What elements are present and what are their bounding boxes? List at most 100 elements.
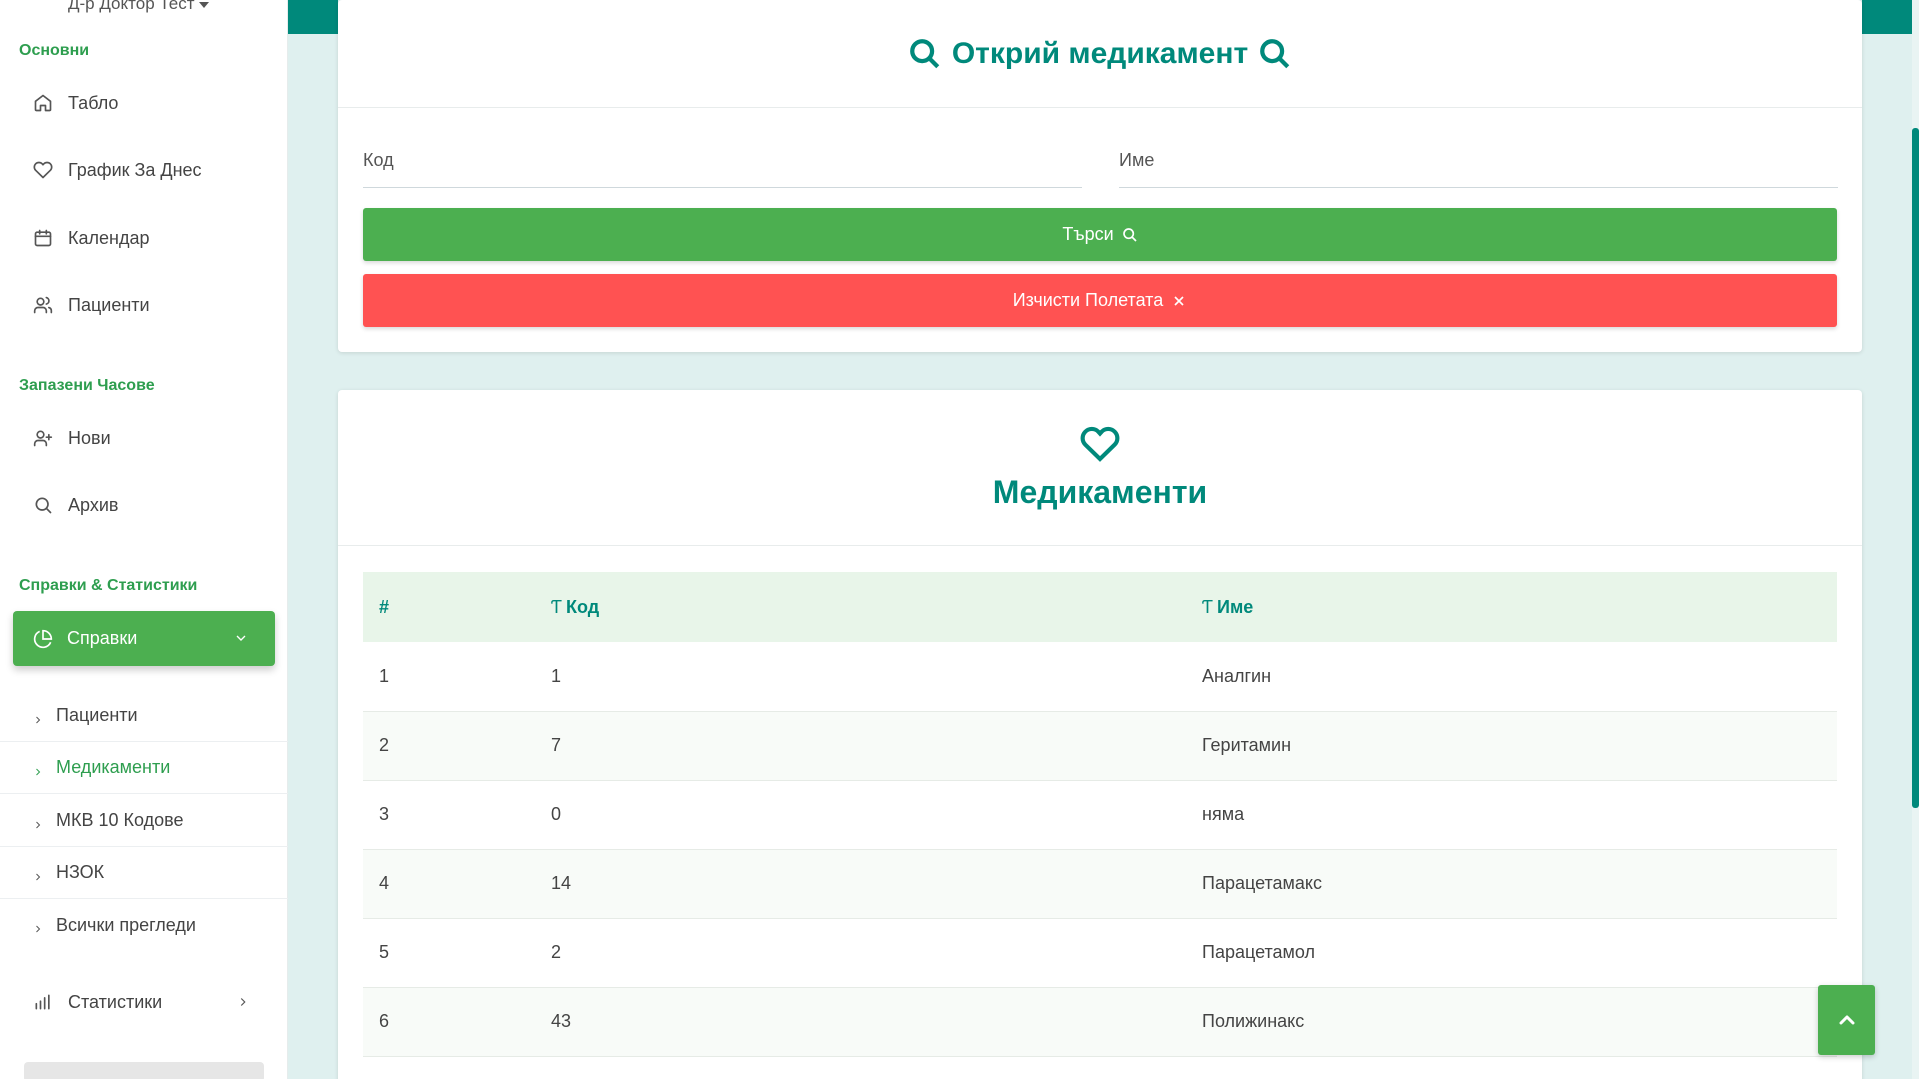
medications-table: # Ƭ Код Ƭ Име 1 1 Аналгин 2 7 Геритамин 3 … bbox=[363, 572, 1837, 1057]
column-header-num[interactable]: # bbox=[363, 572, 535, 642]
header-strip-left bbox=[288, 0, 338, 34]
scroll-to-top-button[interactable] bbox=[1818, 985, 1875, 1055]
text-type-icon: Ƭ bbox=[551, 596, 562, 617]
user-menu[interactable]: Д-р Доктор Тест bbox=[68, 0, 209, 14]
name-input[interactable] bbox=[1119, 134, 1838, 187]
sidebar-subitem-label: Всички прегледи bbox=[56, 914, 196, 935]
clear-fields-button[interactable]: Изчисти Полетата bbox=[363, 274, 1837, 327]
medications-title: Медикаменти bbox=[992, 474, 1208, 510]
cell-code: 2 bbox=[551, 942, 562, 962]
search-icon bbox=[898, 37, 952, 71]
sidebar-subitem-nzok[interactable]: НЗОК bbox=[0, 847, 288, 899]
sidebar-item-archive[interactable]: Архив bbox=[32, 494, 118, 516]
search-card: Открий медикамент Код Име Търси Изчисти … bbox=[338, 0, 1862, 352]
cell-code: 7 bbox=[551, 735, 562, 755]
table-row[interactable]: 4 14 Парацетамакс bbox=[363, 849, 1837, 918]
sidebar-item-label: Архив bbox=[68, 494, 119, 515]
sidebar-item-label: Табло bbox=[68, 92, 119, 113]
medications-card-header: Медикаменти bbox=[338, 390, 1862, 546]
user-plus-icon bbox=[32, 427, 54, 449]
scrollbar-thumb[interactable] bbox=[1912, 128, 1919, 808]
sidebar-subitem-label: Пациенти bbox=[56, 705, 138, 725]
sidebar: Д-р Доктор Тест Основни Табло График За … bbox=[0, 0, 288, 1079]
sidebar-item-label: Справки bbox=[67, 628, 138, 648]
sidebar-item-label: График За Днес bbox=[68, 159, 202, 180]
section-title-appointments: Запазени Часове bbox=[19, 377, 155, 394]
name-field[interactable]: Име bbox=[1119, 134, 1838, 188]
chevron-down-icon bbox=[233, 630, 249, 651]
chevron-right-icon bbox=[32, 867, 44, 880]
calendar-icon bbox=[32, 227, 54, 249]
sidebar-item-label: Статистики bbox=[68, 991, 163, 1012]
caret-down-icon bbox=[198, 1, 209, 8]
cell-name: Геритамин bbox=[1202, 735, 1292, 755]
table-header-row: # Ƭ Код Ƭ Име bbox=[363, 572, 1837, 642]
sidebar-item-dashboard[interactable]: Табло bbox=[32, 92, 118, 114]
sidebar-subitem-medications[interactable]: Медикаменти bbox=[0, 742, 288, 794]
chevron-right-icon bbox=[236, 995, 250, 1014]
heart-icon bbox=[1080, 424, 1120, 464]
cell-name: Аналгин bbox=[1202, 665, 1272, 686]
table-row[interactable]: 1 1 Аналгин bbox=[363, 642, 1837, 711]
search-icon bbox=[1114, 227, 1138, 243]
cell-num: 2 bbox=[379, 735, 390, 755]
sidebar-item-schedule[interactable]: График За Днес bbox=[32, 159, 202, 181]
sidebar-item-patients[interactable]: Пациенти bbox=[32, 294, 150, 316]
search-icon bbox=[1248, 37, 1302, 71]
search-card-header: Открий медикамент bbox=[338, 0, 1862, 108]
heart-icon bbox=[32, 159, 54, 181]
sidebar-item-label: Нови bbox=[68, 427, 111, 448]
cell-num: 3 bbox=[379, 804, 390, 824]
sidebar-item-label: Пациенти bbox=[68, 294, 150, 315]
search-button-label: Търси bbox=[1062, 224, 1114, 244]
table-row[interactable]: 6 43 Полижинакс bbox=[363, 987, 1837, 1056]
table-row[interactable]: 3 0 няма bbox=[363, 780, 1837, 849]
sidebar-item-reports[interactable]: Справки bbox=[13, 611, 275, 666]
column-header-name[interactable]: Ƭ Име bbox=[1186, 572, 1837, 642]
clear-button-label: Изчисти Полетата bbox=[1012, 290, 1164, 310]
sidebar-subitem-icd10[interactable]: МКВ 10 Кодове bbox=[0, 795, 288, 847]
cell-num: 4 bbox=[379, 873, 390, 893]
sidebar-subitem-label: Медикаменти bbox=[56, 757, 171, 777]
cell-code: 14 bbox=[551, 873, 572, 893]
sidebar-item-calendar[interactable]: Календар bbox=[32, 227, 149, 249]
cell-num: 1 bbox=[379, 665, 390, 686]
chevron-right-icon bbox=[32, 762, 44, 775]
chevron-right-icon bbox=[32, 710, 44, 723]
home-icon bbox=[32, 92, 54, 114]
header-strip-right bbox=[1862, 0, 1912, 34]
sidebar-subitem-label: НЗОК bbox=[56, 862, 105, 882]
close-icon bbox=[1163, 293, 1187, 309]
user-name: Д-р Доктор Тест bbox=[68, 0, 195, 13]
cell-name: Парацетамол bbox=[1202, 942, 1316, 962]
cell-num: 5 bbox=[379, 942, 390, 962]
sidebar-item-new[interactable]: Нови bbox=[32, 427, 111, 449]
pie-chart-icon bbox=[33, 629, 67, 649]
section-title-main: Основни bbox=[19, 42, 90, 59]
cell-code: 0 bbox=[551, 804, 562, 824]
medications-card: Медикаменти # Ƭ Код Ƭ Име 1 1 Аналгин 2 7 … bbox=[338, 390, 1862, 1079]
code-input[interactable] bbox=[363, 134, 1082, 187]
table-row[interactable]: 2 7 Геритамин bbox=[363, 711, 1837, 780]
cell-name: Полижинакс bbox=[1202, 1011, 1305, 1031]
chevron-up-icon bbox=[1835, 1008, 1859, 1032]
sidebar-subitem-all-exams[interactable]: Всички прегледи bbox=[0, 899, 288, 951]
cell-name: Парацетамакс bbox=[1202, 873, 1323, 893]
chevron-right-icon bbox=[32, 919, 44, 933]
search-card-title: Открий медикамент bbox=[951, 36, 1249, 70]
search-button[interactable]: Търси bbox=[363, 208, 1837, 261]
chevron-right-icon bbox=[32, 815, 44, 828]
cell-code: 1 bbox=[551, 665, 562, 686]
search-icon bbox=[32, 494, 54, 516]
text-type-icon: Ƭ bbox=[1202, 596, 1213, 617]
column-header-code[interactable]: Ƭ Код bbox=[535, 572, 1186, 642]
sidebar-item-statistics[interactable]: Статистики bbox=[32, 991, 162, 1013]
users-icon bbox=[32, 294, 54, 316]
section-title-reports: Справки & Статистики bbox=[19, 577, 198, 594]
sidebar-item-label: Календар bbox=[68, 227, 150, 248]
cell-num: 6 bbox=[379, 1011, 390, 1031]
cell-code: 43 bbox=[551, 1011, 572, 1031]
code-field[interactable]: Код bbox=[363, 134, 1082, 188]
sidebar-subitem-patients[interactable]: Пациенти bbox=[0, 690, 288, 742]
table-row[interactable]: 5 2 Парацетамол bbox=[363, 918, 1837, 987]
